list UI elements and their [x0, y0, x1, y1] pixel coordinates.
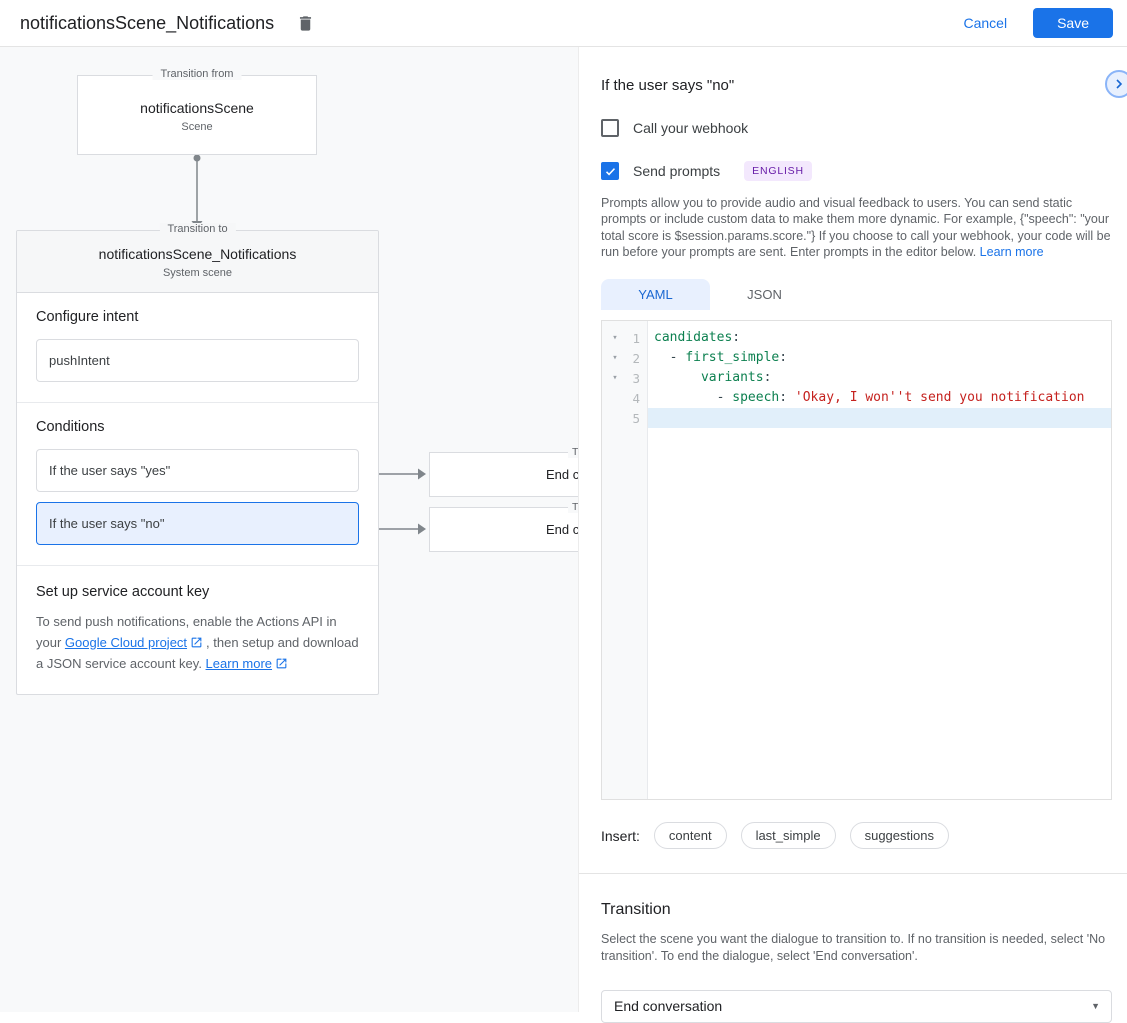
- fold-icon[interactable]: ▾: [610, 373, 620, 383]
- end-node-2[interactable]: Tr End c: [429, 507, 578, 552]
- learn-more-link[interactable]: Learn more: [206, 656, 272, 671]
- insert-content-chip[interactable]: content: [654, 822, 727, 849]
- send-prompts-checkbox-row[interactable]: Send prompts ENGLISH: [601, 161, 1112, 181]
- service-account-section: Set up service account key To send push …: [17, 566, 378, 694]
- editor-format-tabs: YAML JSON: [601, 279, 1112, 310]
- tab-yaml[interactable]: YAML: [601, 279, 710, 310]
- prompts-description: Prompts allow you to provide audio and v…: [601, 195, 1112, 260]
- scene-card-title: notificationsScene_Notifications: [27, 246, 368, 262]
- end-node-label: End c: [546, 467, 578, 482]
- checkmark-icon: [604, 165, 617, 178]
- google-cloud-project-link[interactable]: Google Cloud project: [65, 635, 187, 650]
- collapse-panel-button[interactable]: [1105, 70, 1127, 98]
- page-title: notificationsScene_Notifications: [20, 13, 274, 34]
- send-prompts-label: Send prompts: [633, 163, 720, 179]
- prompts-learn-more-link[interactable]: Learn more: [980, 245, 1044, 259]
- trash-icon: [296, 14, 315, 33]
- transition-to-tag: Transition to: [159, 223, 235, 235]
- transition-description: Select the scene you want the dialogue t…: [601, 931, 1112, 965]
- code-line: candidates:: [648, 328, 1111, 348]
- tab-json[interactable]: JSON: [710, 279, 819, 310]
- code-line: variants:: [648, 368, 1111, 388]
- from-node-title: notificationsScene: [78, 100, 316, 116]
- intent-section: Configure intent pushIntent: [17, 293, 378, 403]
- line-number: 4: [625, 391, 640, 406]
- conditions-section: Conditions If the user says "yes" If the…: [17, 403, 378, 566]
- panel-title: If the user says "no": [601, 77, 734, 94]
- end-node-label: End c: [546, 522, 578, 537]
- from-node-subtitle: Scene: [78, 121, 316, 133]
- webhook-label: Call your webhook: [633, 120, 748, 136]
- insert-label: Insert:: [601, 828, 640, 844]
- service-account-text: To send push notifications, enable the A…: [36, 612, 359, 674]
- webhook-checkbox-row[interactable]: Call your webhook: [601, 119, 1112, 137]
- topbar: notificationsScene_Notifications Cancel …: [0, 0, 1127, 47]
- language-badge: ENGLISH: [744, 161, 812, 181]
- end-node-tag: Tr: [568, 446, 578, 458]
- fold-icon[interactable]: ▾: [610, 353, 620, 363]
- scene-card-subtitle: System scene: [27, 267, 368, 279]
- webhook-checkbox[interactable]: [601, 119, 619, 137]
- insert-row: Insert: content last_simple suggestions: [601, 822, 1112, 849]
- line-number: 1: [625, 331, 640, 346]
- conditions-label: Conditions: [36, 419, 359, 435]
- condition-item-no[interactable]: If the user says "no": [36, 502, 359, 545]
- code-line-active: [648, 408, 1111, 428]
- insert-last-simple-chip[interactable]: last_simple: [741, 822, 836, 849]
- yaml-prompt-editor[interactable]: ▾ 1 ▾ 2 ▾ 3 4 5 candidates: - first_simple:…: [601, 320, 1112, 800]
- save-button[interactable]: Save: [1033, 8, 1113, 38]
- scene-card-header: notificationsScene_Notifications System …: [17, 231, 378, 293]
- line-number: 3: [625, 371, 640, 386]
- end-node-tag: Tr: [568, 501, 578, 513]
- chevron-right-icon: [1111, 76, 1127, 92]
- fold-icon[interactable]: ▾: [610, 333, 620, 343]
- scene-canvas[interactable]: Transition from notificationsScene Scene…: [0, 47, 578, 1012]
- transition-heading: Transition: [601, 901, 1112, 919]
- delete-scene-button[interactable]: [294, 12, 317, 35]
- transition-select[interactable]: End conversation ▼: [601, 990, 1112, 1023]
- send-prompts-checkbox[interactable]: [601, 162, 619, 180]
- service-account-heading: Set up service account key: [36, 584, 359, 600]
- cancel-button[interactable]: Cancel: [947, 7, 1023, 39]
- editor-code-area[interactable]: candidates: - first_simple: variants: - …: [648, 321, 1111, 799]
- editor-gutter: ▾ 1 ▾ 2 ▾ 3 4 5: [602, 321, 648, 799]
- dropdown-caret-icon: ▼: [1091, 1001, 1100, 1011]
- external-link-icon: [190, 636, 203, 649]
- line-number: 5: [625, 411, 640, 426]
- insert-suggestions-chip[interactable]: suggestions: [850, 822, 949, 849]
- line-number: 2: [625, 351, 640, 366]
- condition-editor-panel: If the user says "no" Call your webhook …: [578, 47, 1127, 1012]
- section-divider: [579, 873, 1127, 874]
- external-link-icon: [275, 657, 288, 670]
- scene-card: Transition to notificationsScene_Notific…: [16, 230, 379, 695]
- end-node-1[interactable]: Tr End c: [429, 452, 578, 497]
- configure-intent-label: Configure intent: [36, 309, 359, 325]
- intent-item[interactable]: pushIntent: [36, 339, 359, 382]
- transition-from-tag: Transition from: [153, 68, 242, 80]
- condition-item-yes[interactable]: If the user says "yes": [36, 449, 359, 492]
- code-line: - first_simple:: [648, 348, 1111, 368]
- scene-node-from[interactable]: Transition from notificationsScene Scene: [77, 75, 317, 155]
- code-line: - speech: 'Okay, I won''t send you notif…: [648, 388, 1111, 408]
